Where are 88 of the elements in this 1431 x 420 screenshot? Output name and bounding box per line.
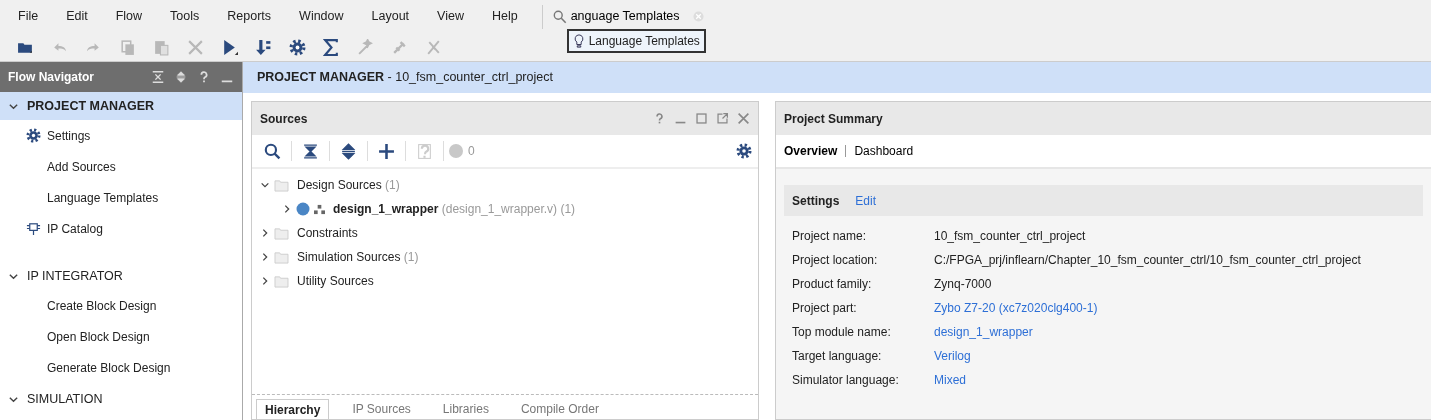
field-value: C:/FPGA_prj/inflearn/Chapter_10_fsm_counter_ctrl/10_fsm_counter_ctrl_project bbox=[934, 252, 1361, 269]
tab[interactable]: Compile Order bbox=[511, 399, 608, 419]
tree-item[interactable]: design_1_wrapper (design_1_wrapper.v) (1) bbox=[252, 197, 758, 221]
field-value: 10_fsm_counter_ctrl_project bbox=[934, 228, 1086, 245]
menu-item[interactable]: Tools bbox=[156, 7, 214, 26]
status-dot-icon bbox=[296, 202, 310, 216]
panel-title: Sources bbox=[260, 110, 309, 128]
help-icon[interactable] bbox=[653, 112, 666, 125]
nav-item[interactable]: Open Block Design bbox=[0, 321, 242, 352]
panel-title: Flow Navigator bbox=[8, 69, 95, 86]
nav-item[interactable]: Generate Block Design bbox=[0, 352, 242, 383]
field-label: Simulator language: bbox=[792, 372, 900, 389]
menu-item[interactable]: View bbox=[423, 7, 478, 26]
nav-section-header[interactable]: SIMULATION bbox=[0, 385, 242, 413]
hierarchy-icon bbox=[314, 203, 325, 215]
chevron-icon[interactable] bbox=[260, 180, 270, 190]
nav-item[interactable]: Language Templates bbox=[0, 182, 242, 213]
search-icon[interactable] bbox=[264, 142, 281, 160]
chevron-icon[interactable] bbox=[260, 228, 270, 238]
nav-item[interactable]: Create Block Design bbox=[0, 290, 242, 321]
settings-icon[interactable] bbox=[288, 38, 306, 56]
sigma-icon[interactable] bbox=[322, 38, 340, 56]
menu-item[interactable]: Layout bbox=[357, 7, 424, 26]
tree-item[interactable]: Simulation Sources (1) bbox=[252, 245, 758, 269]
nav-section-header[interactable]: PROJECT MANAGER bbox=[0, 92, 242, 120]
field-label: Project location: bbox=[792, 252, 879, 269]
tree-item[interactable]: Utility Sources bbox=[252, 269, 758, 293]
nav-item[interactable]: Add Sources bbox=[0, 151, 242, 182]
suggestion-label: Language Templates bbox=[588, 32, 700, 50]
chevron-icon[interactable] bbox=[260, 252, 270, 262]
expand-all-icon[interactable] bbox=[174, 70, 188, 84]
tree-label: design_1_wrapper (design_1_wrapper.v) (1) bbox=[332, 201, 576, 218]
collapse-all-icon[interactable] bbox=[302, 142, 319, 160]
tab[interactable]: Libraries bbox=[433, 399, 498, 419]
panel-title: Project Summary bbox=[784, 110, 883, 128]
nav-item[interactable]: IP Catalog bbox=[0, 213, 242, 244]
chevron-icon[interactable] bbox=[260, 276, 270, 286]
nav-item[interactable]: Settings bbox=[0, 120, 242, 151]
field-value: Zynq-7000 bbox=[934, 276, 992, 293]
tab[interactable]: Dashboard bbox=[854, 142, 914, 160]
folder-icon bbox=[274, 250, 289, 264]
search-field[interactable]: anguage Templates bbox=[570, 7, 689, 26]
settings-icon[interactable] bbox=[736, 143, 752, 159]
tab[interactable]: IP Sources bbox=[343, 399, 420, 419]
value-link[interactable]: Verilog bbox=[934, 347, 971, 365]
value-link[interactable]: Mixed bbox=[934, 371, 966, 389]
menu-item[interactable]: Flow bbox=[101, 7, 157, 26]
field-label: Project name: bbox=[792, 228, 868, 245]
tree-item[interactable]: Design Sources (1) bbox=[252, 173, 758, 197]
menu-item[interactable]: File bbox=[4, 7, 53, 26]
section-title: Settings bbox=[792, 192, 840, 210]
tree-item[interactable]: Constraints bbox=[252, 221, 758, 245]
tree-label: Design Sources (1) bbox=[296, 177, 400, 194]
field-label: Product family: bbox=[792, 276, 873, 293]
tree-label: Simulation Sources (1) bbox=[296, 249, 419, 266]
close-icon[interactable] bbox=[737, 112, 750, 125]
float-icon[interactable] bbox=[716, 112, 729, 125]
message-count: 0 bbox=[468, 143, 476, 160]
value-link[interactable]: Zybo Z7-20 (xc7z020clg400-1) bbox=[934, 299, 1098, 317]
folder-icon bbox=[274, 226, 289, 240]
edit-link[interactable]: Edit bbox=[855, 191, 877, 210]
gear-icon bbox=[26, 128, 41, 143]
field-label: Target language: bbox=[792, 348, 883, 365]
field-label: Project part: bbox=[792, 300, 858, 317]
tab[interactable]: Hierarchy bbox=[256, 399, 330, 419]
field-label: Top module name: bbox=[792, 324, 892, 341]
menu-item[interactable]: Reports bbox=[213, 7, 286, 26]
expand-all-icon[interactable] bbox=[340, 142, 357, 160]
value-link[interactable]: design_1_wrapper bbox=[934, 323, 1033, 341]
status-circle-icon bbox=[448, 143, 464, 159]
search-suggestion[interactable]: Language Templates bbox=[566, 28, 706, 53]
folder-icon bbox=[274, 178, 289, 192]
chip-icon bbox=[26, 221, 41, 236]
page-title: PROJECT MANAGER - 10_fsm_counter_ctrl_project bbox=[257, 69, 553, 87]
tab[interactable]: Overview bbox=[784, 142, 838, 160]
lightbulb-icon bbox=[572, 33, 585, 48]
menu-item[interactable]: Edit bbox=[52, 7, 102, 26]
chevron-icon[interactable] bbox=[282, 204, 292, 214]
add-icon[interactable] bbox=[378, 142, 395, 160]
bitstream-icon[interactable] bbox=[254, 38, 272, 56]
maximize-icon[interactable] bbox=[695, 112, 708, 125]
tree-label: Constraints bbox=[296, 225, 358, 242]
search-icon bbox=[552, 9, 567, 24]
tree-label: Utility Sources bbox=[296, 273, 374, 290]
folder-icon bbox=[274, 274, 289, 288]
menu-item[interactable]: Help bbox=[477, 7, 532, 26]
nav-section-header[interactable]: IP INTEGRATOR bbox=[0, 262, 242, 290]
menu-item[interactable]: Window bbox=[285, 7, 358, 26]
